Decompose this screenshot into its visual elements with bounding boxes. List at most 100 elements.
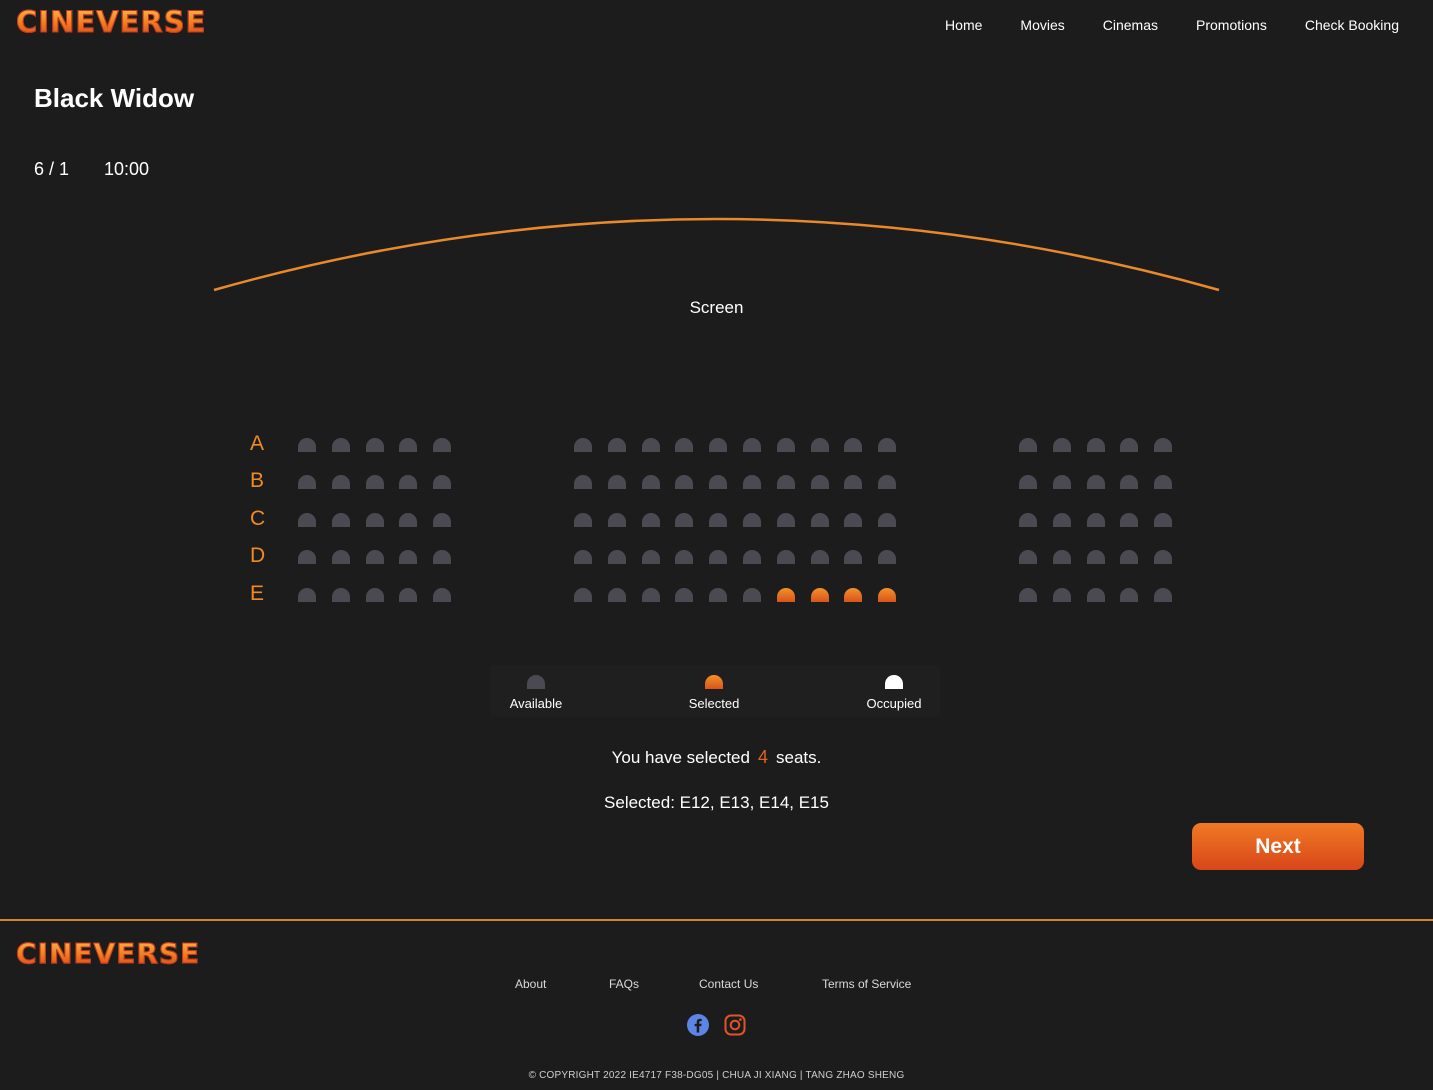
seat-c5[interactable] <box>433 513 451 527</box>
seat-e15[interactable] <box>878 588 896 602</box>
seat-e4[interactable] <box>399 588 417 602</box>
seat-d14[interactable] <box>844 550 862 564</box>
seat-b9[interactable] <box>675 475 693 489</box>
seat-d1[interactable] <box>298 550 316 564</box>
seat-d5[interactable] <box>433 550 451 564</box>
seat-b3[interactable] <box>366 475 384 489</box>
seat-a20[interactable] <box>1154 438 1172 452</box>
seat-a16[interactable] <box>1019 438 1037 452</box>
seat-d17[interactable] <box>1053 550 1071 564</box>
seat-c7[interactable] <box>608 513 626 527</box>
seat-b19[interactable] <box>1120 475 1138 489</box>
seat-c2[interactable] <box>332 513 350 527</box>
seat-a2[interactable] <box>332 438 350 452</box>
footer-link-terms-of-service[interactable]: Terms of Service <box>822 977 911 991</box>
seat-d20[interactable] <box>1154 550 1172 564</box>
seat-a19[interactable] <box>1120 438 1138 452</box>
seat-e11[interactable] <box>743 588 761 602</box>
seat-c16[interactable] <box>1019 513 1037 527</box>
seat-c3[interactable] <box>366 513 384 527</box>
seat-c1[interactable] <box>298 513 316 527</box>
seat-d13[interactable] <box>811 550 829 564</box>
seat-d18[interactable] <box>1087 550 1105 564</box>
facebook-icon[interactable] <box>686 1013 710 1042</box>
seat-e10[interactable] <box>709 588 727 602</box>
seat-b11[interactable] <box>743 475 761 489</box>
seat-c12[interactable] <box>777 513 795 527</box>
seat-b5[interactable] <box>433 475 451 489</box>
seat-b16[interactable] <box>1019 475 1037 489</box>
seat-b8[interactable] <box>642 475 660 489</box>
seat-b6[interactable] <box>574 475 592 489</box>
seat-b1[interactable] <box>298 475 316 489</box>
seat-d12[interactable] <box>777 550 795 564</box>
seat-c15[interactable] <box>878 513 896 527</box>
seat-e18[interactable] <box>1087 588 1105 602</box>
seat-b10[interactable] <box>709 475 727 489</box>
seat-b18[interactable] <box>1087 475 1105 489</box>
seat-e7[interactable] <box>608 588 626 602</box>
seat-b20[interactable] <box>1154 475 1172 489</box>
seat-a18[interactable] <box>1087 438 1105 452</box>
seat-e19[interactable] <box>1120 588 1138 602</box>
seat-c17[interactable] <box>1053 513 1071 527</box>
seat-e2[interactable] <box>332 588 350 602</box>
seat-a1[interactable] <box>298 438 316 452</box>
seat-a7[interactable] <box>608 438 626 452</box>
footer-link-contact-us[interactable]: Contact Us <box>699 977 758 991</box>
seat-c11[interactable] <box>743 513 761 527</box>
seat-e12[interactable] <box>777 588 795 602</box>
footer-link-about[interactable]: About <box>515 977 546 991</box>
seat-c14[interactable] <box>844 513 862 527</box>
seat-d11[interactable] <box>743 550 761 564</box>
seat-d16[interactable] <box>1019 550 1037 564</box>
footer-logo[interactable]: CINEVERSE <box>15 939 200 968</box>
seat-e6[interactable] <box>574 588 592 602</box>
seat-e5[interactable] <box>433 588 451 602</box>
seat-e8[interactable] <box>642 588 660 602</box>
seat-c18[interactable] <box>1087 513 1105 527</box>
seat-e13[interactable] <box>811 588 829 602</box>
seat-c19[interactable] <box>1120 513 1138 527</box>
seat-b12[interactable] <box>777 475 795 489</box>
seat-d2[interactable] <box>332 550 350 564</box>
seat-a4[interactable] <box>399 438 417 452</box>
seat-e1[interactable] <box>298 588 316 602</box>
seat-c6[interactable] <box>574 513 592 527</box>
seat-c20[interactable] <box>1154 513 1172 527</box>
instagram-icon[interactable] <box>723 1013 747 1042</box>
seat-e9[interactable] <box>675 588 693 602</box>
footer-link-faqs[interactable]: FAQs <box>609 977 639 991</box>
seat-c8[interactable] <box>642 513 660 527</box>
seat-b4[interactable] <box>399 475 417 489</box>
seat-d6[interactable] <box>574 550 592 564</box>
seat-d15[interactable] <box>878 550 896 564</box>
seat-e16[interactable] <box>1019 588 1037 602</box>
seat-b17[interactable] <box>1053 475 1071 489</box>
seat-b14[interactable] <box>844 475 862 489</box>
seat-a15[interactable] <box>878 438 896 452</box>
seat-a10[interactable] <box>709 438 727 452</box>
seat-e14[interactable] <box>844 588 862 602</box>
seat-a13[interactable] <box>811 438 829 452</box>
seat-d8[interactable] <box>642 550 660 564</box>
seat-d19[interactable] <box>1120 550 1138 564</box>
seat-c4[interactable] <box>399 513 417 527</box>
seat-a17[interactable] <box>1053 438 1071 452</box>
seat-b7[interactable] <box>608 475 626 489</box>
seat-e20[interactable] <box>1154 588 1172 602</box>
seat-b15[interactable] <box>878 475 896 489</box>
seat-d3[interactable] <box>366 550 384 564</box>
seat-a8[interactable] <box>642 438 660 452</box>
seat-a5[interactable] <box>433 438 451 452</box>
seat-a6[interactable] <box>574 438 592 452</box>
seat-a14[interactable] <box>844 438 862 452</box>
seat-d10[interactable] <box>709 550 727 564</box>
seat-d7[interactable] <box>608 550 626 564</box>
seat-e17[interactable] <box>1053 588 1071 602</box>
seat-a9[interactable] <box>675 438 693 452</box>
seat-d4[interactable] <box>399 550 417 564</box>
seat-e3[interactable] <box>366 588 384 602</box>
seat-b13[interactable] <box>811 475 829 489</box>
seat-c9[interactable] <box>675 513 693 527</box>
